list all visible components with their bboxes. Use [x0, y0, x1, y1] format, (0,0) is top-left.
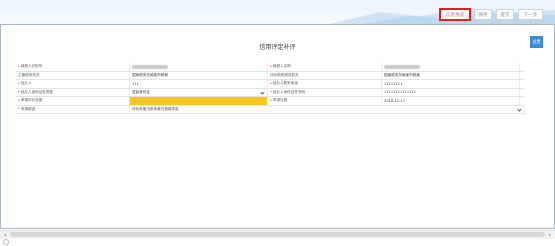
rating-year-label: * 申请评价年度 — [16, 97, 130, 105]
redacted-value — [132, 64, 168, 69]
value-text: 评价年度当年未参与信用评定 — [132, 106, 179, 111]
form-row: * 经办人 111 * 经办人联系电话 11111111 — [16, 80, 525, 89]
form-row: * 申请评价年度 * 申请日期 2018-11-17 — [16, 97, 525, 106]
rating-authority-label: 评价机构税务机关 — [268, 71, 382, 79]
label-text: 经办人 — [20, 81, 32, 86]
scrollbar-thumb[interactable] — [10, 232, 545, 237]
taxpayer-id-value — [130, 63, 268, 71]
required-mark: * — [270, 90, 272, 95]
form-row: * 经办人身份证件类型 居民身份证 * 经办人身份证件号码 1111111111… — [16, 88, 525, 97]
taxpayer-name-label: * 纳税人名称 — [268, 63, 382, 71]
required-mark: * — [18, 81, 20, 86]
required-mark: * — [18, 64, 20, 69]
taxpayer-name-value — [382, 63, 520, 71]
label-text: 主管税务机关 — [18, 72, 40, 77]
value-text: 111 — [132, 81, 139, 86]
agent-phone-input[interactable]: 11111111 — [382, 80, 520, 88]
rating-authority-value: 国家税务总局某市税局 — [382, 71, 520, 79]
label-text: 评价机构税务机关 — [270, 72, 299, 77]
loading-icon — [3, 239, 9, 245]
value-text: 11111111 — [384, 81, 403, 86]
form-row: * 纳税人识别号 * 纳税人名称 — [16, 63, 525, 72]
apply-date-label: * 申请日期 — [268, 97, 382, 105]
form-row: * 申请原因 评价年度当年未参与信用评定 — [16, 105, 525, 114]
chevron-down-icon — [260, 89, 265, 95]
reason-select[interactable]: 评价年度当年未参与信用评定 — [130, 105, 525, 113]
agent-input[interactable]: 111 — [130, 80, 268, 88]
reason-label: * 申请原因 — [16, 105, 130, 113]
tax-authority-label: 主管税务机关 — [16, 71, 130, 79]
value-text: 居民身份证 — [132, 89, 150, 94]
taxpayer-id-label: * 纳税人识别号 — [16, 63, 130, 71]
value-text: 2018-11-17 — [384, 98, 405, 103]
apply-date-input[interactable]: 2018-11-17 — [382, 97, 520, 105]
toolbar: 信息预览 保存 提交 下一步 — [439, 8, 543, 21]
required-mark: * — [18, 98, 20, 103]
label-text: 经办人身份证件类型 — [20, 89, 54, 94]
label-text: 纳税人识别号 — [20, 64, 43, 69]
scroll-left-icon[interactable]: ◂ — [1, 231, 9, 238]
id-type-select[interactable]: 居民身份证 — [130, 88, 268, 96]
submit-button[interactable]: 提交 — [496, 9, 514, 20]
chevron-down-icon — [517, 106, 522, 112]
label-text: 申请日期 — [272, 98, 288, 103]
agent-label: * 经办人 — [16, 80, 130, 88]
form-title: 信用评定补评 — [259, 44, 296, 51]
value-text: 11111111111111 — [384, 90, 417, 95]
value-text: 国家税务总局某市税局 — [132, 72, 168, 77]
next-step-button[interactable]: 下一步 — [518, 9, 543, 20]
tax-authority-value: 国家税务总局某市税局 — [130, 71, 268, 79]
id-type-label: * 经办人身份证件类型 — [16, 88, 130, 96]
content-frame — [0, 24, 555, 229]
required-mark: * — [270, 81, 272, 86]
scroll-right-icon[interactable]: ▸ — [546, 231, 554, 238]
save-button[interactable]: 保存 — [474, 9, 492, 20]
required-mark: * — [270, 98, 272, 103]
redacted-value — [384, 64, 420, 69]
required-mark: * — [18, 107, 20, 112]
rating-year-input[interactable] — [130, 97, 268, 105]
required-mark: * — [18, 90, 20, 95]
preview-button[interactable]: 信息预览 — [439, 8, 471, 21]
label-text: 纳税人名称 — [272, 64, 291, 69]
required-mark: * — [270, 64, 272, 69]
label-text: 申请评价年度 — [20, 98, 43, 103]
agent-phone-label: * 经办人联系电话 — [268, 80, 382, 88]
value-text: 国家税务总局某市税局 — [384, 72, 420, 77]
label-text: 申请原因 — [20, 106, 36, 111]
form-row: 主管税务机关 国家税务总局某市税局 评价机构税务机关 国家税务总局某市税局 — [16, 71, 525, 80]
label-text: 经办人联系电话 — [272, 81, 298, 86]
form-table: * 纳税人识别号 * 纳税人名称 主管税务机关 国家税务总局某市税局 评价机构税… — [16, 63, 525, 114]
id-number-label: * 经办人身份证件号码 — [268, 88, 382, 96]
id-number-input[interactable]: 11111111111111 — [382, 88, 520, 96]
label-text: 经办人身份证件号码 — [272, 89, 306, 94]
